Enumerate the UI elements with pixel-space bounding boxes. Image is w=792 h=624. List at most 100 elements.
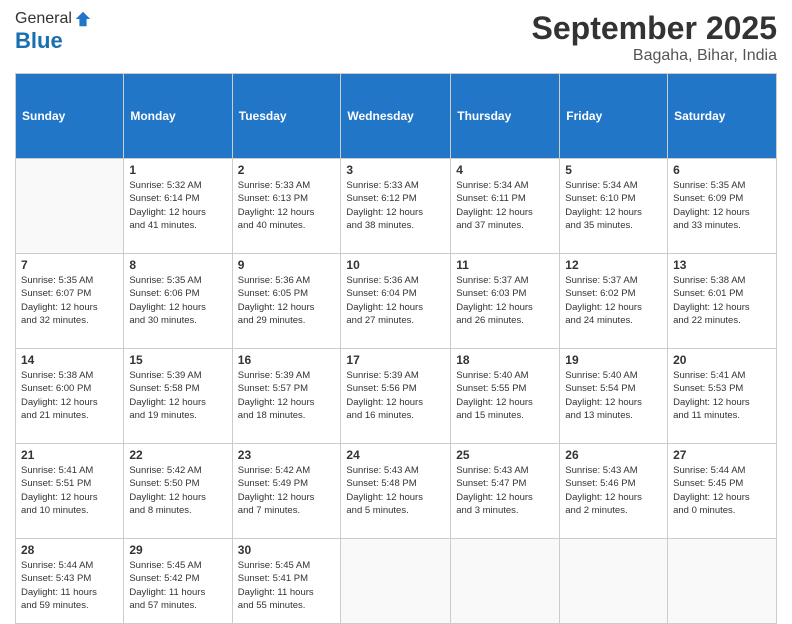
day-number: 20 bbox=[673, 353, 771, 367]
day-number: 28 bbox=[21, 543, 118, 557]
day-info: Sunrise: 5:45 AMSunset: 5:42 PMDaylight:… bbox=[129, 559, 226, 612]
calendar-table: Sunday Monday Tuesday Wednesday Thursday… bbox=[15, 73, 777, 624]
day-number: 4 bbox=[456, 163, 554, 177]
table-row: 10Sunrise: 5:36 AMSunset: 6:04 PMDayligh… bbox=[341, 254, 451, 349]
day-number: 11 bbox=[456, 258, 554, 272]
calendar-week-4: 21Sunrise: 5:41 AMSunset: 5:51 PMDayligh… bbox=[16, 444, 777, 539]
day-number: 8 bbox=[129, 258, 226, 272]
logo-general-text: General bbox=[15, 10, 72, 28]
table-row: 7 Sunrise: 5:35 AMSunset: 6:07 PMDaylight… bbox=[16, 254, 124, 349]
day-number: 13 bbox=[673, 258, 771, 272]
table-row: 27 Sunrise: 5:44 AMSunset: 5:45 PMDayligh… bbox=[668, 444, 777, 539]
calendar-week-3: 14 Sunrise: 5:38 AMSunset: 6:00 PMDayligh… bbox=[16, 349, 777, 444]
day-info: Sunrise: 5:39 AMSunset: 5:57 PMDaylight:… bbox=[238, 369, 336, 422]
table-row: 1 Sunrise: 5:32 AMSunset: 6:14 PMDaylight… bbox=[124, 159, 232, 254]
table-row: 21Sunrise: 5:41 AMSunset: 5:51 PMDayligh… bbox=[16, 444, 124, 539]
day-info: Sunrise: 5:38 AMSunset: 6:01 PMDaylight:… bbox=[673, 274, 771, 327]
table-row: 26 Sunrise: 5:43 AMSunset: 5:46 PMDayligh… bbox=[560, 444, 668, 539]
day-info: Sunrise: 5:42 AMSunset: 5:49 PMDaylight:… bbox=[238, 464, 336, 517]
table-row bbox=[560, 539, 668, 624]
day-info: Sunrise: 5:43 AMSunset: 5:48 PMDaylight:… bbox=[346, 464, 445, 517]
day-number: 14 bbox=[21, 353, 118, 367]
table-row: 30 Sunrise: 5:45 AMSunset: 5:41 PMDayligh… bbox=[232, 539, 341, 624]
table-row: 3 Sunrise: 5:33 AMSunset: 6:12 PMDaylight… bbox=[341, 159, 451, 254]
table-row: 19Sunrise: 5:40 AMSunset: 5:54 PMDayligh… bbox=[560, 349, 668, 444]
col-friday: Friday bbox=[560, 74, 668, 159]
day-number: 6 bbox=[673, 163, 771, 177]
table-row: 5Sunrise: 5:34 AMSunset: 6:10 PMDaylight… bbox=[560, 159, 668, 254]
day-info: Sunrise: 5:37 AMSunset: 6:02 PMDaylight:… bbox=[565, 274, 662, 327]
table-row: 12 Sunrise: 5:37 AMSunset: 6:02 PMDayligh… bbox=[560, 254, 668, 349]
day-number: 27 bbox=[673, 448, 771, 462]
location-text: Bagaha, Bihar, India bbox=[532, 47, 777, 65]
table-row: 28 Sunrise: 5:44 AMSunset: 5:43 PMDayligh… bbox=[16, 539, 124, 624]
table-row bbox=[668, 539, 777, 624]
col-tuesday: Tuesday bbox=[232, 74, 341, 159]
day-number: 5 bbox=[565, 163, 662, 177]
day-number: 3 bbox=[346, 163, 445, 177]
table-row: 23 Sunrise: 5:42 AMSunset: 5:49 PMDayligh… bbox=[232, 444, 341, 539]
day-number: 1 bbox=[129, 163, 226, 177]
logo-icon bbox=[74, 10, 92, 28]
day-info: Sunrise: 5:32 AMSunset: 6:14 PMDaylight:… bbox=[129, 179, 226, 232]
day-number: 12 bbox=[565, 258, 662, 272]
table-row: 13 Sunrise: 5:38 AMSunset: 6:01 PMDayligh… bbox=[668, 254, 777, 349]
calendar-page: General Blue September 2025 Bagaha, Biha… bbox=[0, 0, 792, 612]
day-number: 29 bbox=[129, 543, 226, 557]
day-info: Sunrise: 5:35 AMSunset: 6:06 PMDaylight:… bbox=[129, 274, 226, 327]
day-info: Sunrise: 5:39 AMSunset: 5:58 PMDaylight:… bbox=[129, 369, 226, 422]
calendar-week-1: 1 Sunrise: 5:32 AMSunset: 6:14 PMDaylight… bbox=[16, 159, 777, 254]
calendar-header-row: Sunday Monday Tuesday Wednesday Thursday… bbox=[16, 74, 777, 159]
table-row: 18 Sunrise: 5:40 AMSunset: 5:55 PMDayligh… bbox=[451, 349, 560, 444]
table-row: 17Sunrise: 5:39 AMSunset: 5:56 PMDayligh… bbox=[341, 349, 451, 444]
day-number: 26 bbox=[565, 448, 662, 462]
table-row bbox=[341, 539, 451, 624]
table-row: 15Sunrise: 5:39 AMSunset: 5:58 PMDayligh… bbox=[124, 349, 232, 444]
col-monday: Monday bbox=[124, 74, 232, 159]
day-number: 10 bbox=[346, 258, 445, 272]
day-info: Sunrise: 5:33 AMSunset: 6:12 PMDaylight:… bbox=[346, 179, 445, 232]
day-info: Sunrise: 5:41 AMSunset: 5:53 PMDaylight:… bbox=[673, 369, 771, 422]
day-info: Sunrise: 5:44 AMSunset: 5:43 PMDaylight:… bbox=[21, 559, 118, 612]
table-row bbox=[451, 539, 560, 624]
day-info: Sunrise: 5:36 AMSunset: 6:05 PMDaylight:… bbox=[238, 274, 336, 327]
day-info: Sunrise: 5:39 AMSunset: 5:56 PMDaylight:… bbox=[346, 369, 445, 422]
day-info: Sunrise: 5:45 AMSunset: 5:41 PMDaylight:… bbox=[238, 559, 336, 612]
day-info: Sunrise: 5:35 AMSunset: 6:07 PMDaylight:… bbox=[21, 274, 118, 327]
table-row: 11 Sunrise: 5:37 AMSunset: 6:03 PMDayligh… bbox=[451, 254, 560, 349]
table-row bbox=[16, 159, 124, 254]
day-number: 16 bbox=[238, 353, 336, 367]
day-info: Sunrise: 5:44 AMSunset: 5:45 PMDaylight:… bbox=[673, 464, 771, 517]
day-number: 30 bbox=[238, 543, 336, 557]
col-thursday: Thursday bbox=[451, 74, 560, 159]
table-row: 20 Sunrise: 5:41 AMSunset: 5:53 PMDayligh… bbox=[668, 349, 777, 444]
calendar-week-5: 28 Sunrise: 5:44 AMSunset: 5:43 PMDayligh… bbox=[16, 539, 777, 624]
day-number: 24 bbox=[346, 448, 445, 462]
table-row: 16 Sunrise: 5:39 AMSunset: 5:57 PMDayligh… bbox=[232, 349, 341, 444]
day-number: 9 bbox=[238, 258, 336, 272]
table-row: 14 Sunrise: 5:38 AMSunset: 6:00 PMDayligh… bbox=[16, 349, 124, 444]
table-row: 2Sunrise: 5:33 AMSunset: 6:13 PMDaylight… bbox=[232, 159, 341, 254]
day-info: Sunrise: 5:34 AMSunset: 6:11 PMDaylight:… bbox=[456, 179, 554, 232]
day-number: 23 bbox=[238, 448, 336, 462]
table-row: 8 Sunrise: 5:35 AMSunset: 6:06 PMDaylight… bbox=[124, 254, 232, 349]
col-sunday: Sunday bbox=[16, 74, 124, 159]
calendar-week-2: 7 Sunrise: 5:35 AMSunset: 6:07 PMDaylight… bbox=[16, 254, 777, 349]
day-number: 7 bbox=[21, 258, 118, 272]
title-block: September 2025 Bagaha, Bihar, India bbox=[532, 10, 777, 65]
table-row: 24 Sunrise: 5:43 AMSunset: 5:48 PMDayligh… bbox=[341, 444, 451, 539]
day-number: 19 bbox=[565, 353, 662, 367]
table-row: 29 Sunrise: 5:45 AMSunset: 5:42 PMDayligh… bbox=[124, 539, 232, 624]
day-info: Sunrise: 5:37 AMSunset: 6:03 PMDaylight:… bbox=[456, 274, 554, 327]
day-info: Sunrise: 5:42 AMSunset: 5:50 PMDaylight:… bbox=[129, 464, 226, 517]
day-info: Sunrise: 5:40 AMSunset: 5:55 PMDaylight:… bbox=[456, 369, 554, 422]
page-header: General Blue September 2025 Bagaha, Biha… bbox=[15, 10, 777, 65]
day-number: 18 bbox=[456, 353, 554, 367]
day-info: Sunrise: 5:38 AMSunset: 6:00 PMDaylight:… bbox=[21, 369, 118, 422]
day-info: Sunrise: 5:43 AMSunset: 5:46 PMDaylight:… bbox=[565, 464, 662, 517]
day-info: Sunrise: 5:33 AMSunset: 6:13 PMDaylight:… bbox=[238, 179, 336, 232]
day-number: 21 bbox=[21, 448, 118, 462]
table-row: 9 Sunrise: 5:36 AMSunset: 6:05 PMDaylight… bbox=[232, 254, 341, 349]
logo: General Blue bbox=[15, 10, 92, 54]
table-row: 25Sunrise: 5:43 AMSunset: 5:47 PMDayligh… bbox=[451, 444, 560, 539]
